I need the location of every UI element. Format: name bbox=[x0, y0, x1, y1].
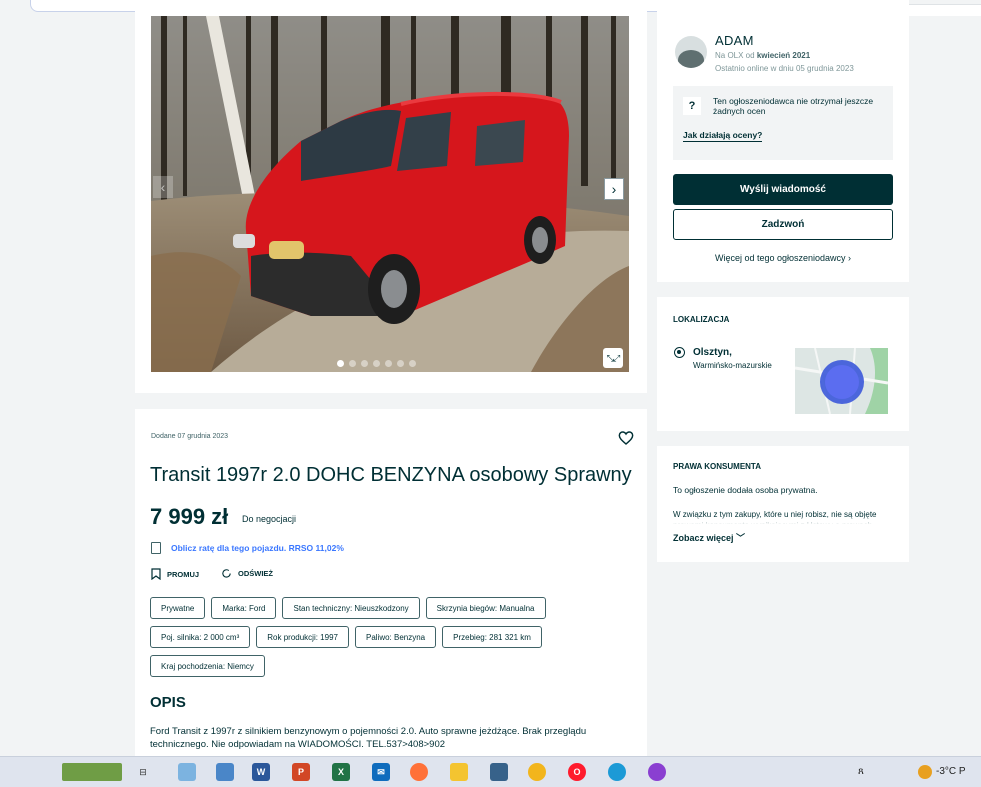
photo-dot[interactable] bbox=[409, 360, 416, 367]
chevron-right-icon: › bbox=[848, 253, 852, 263]
parameter-tag: Marka: Ford bbox=[211, 597, 277, 619]
description-heading: OPIS bbox=[150, 694, 186, 711]
weather-suffix: P bbox=[958, 766, 966, 777]
photo-dot[interactable] bbox=[349, 360, 356, 367]
seller-card: ADAM Na OLX od kwiecień 2021 Ostatnio on… bbox=[657, 0, 909, 282]
excel-icon[interactable]: X bbox=[332, 763, 350, 781]
previous-photo-button[interactable]: ‹ bbox=[153, 176, 173, 198]
avatar bbox=[675, 36, 707, 68]
ad-title: Transit 1997r 2.0 DOHC BENZYNA osobowy S… bbox=[150, 464, 632, 486]
photo-dot[interactable] bbox=[361, 360, 368, 367]
parameter-tags: Prywatne Marka: Ford Stan techniczny: Nieu… bbox=[150, 597, 630, 677]
installment-calculator-link[interactable]: Oblicz ratę dla tego pojazdu. RRSO 11,02… bbox=[171, 543, 344, 553]
parameter-tag: Prywatne bbox=[150, 597, 206, 619]
promote-label: PROMUJ bbox=[167, 569, 200, 579]
firefox-icon[interactable] bbox=[410, 763, 428, 781]
control-panel-icon[interactable] bbox=[216, 763, 234, 781]
solitaire-icon[interactable] bbox=[490, 763, 508, 781]
location-region: Warmińsko-mazurskie bbox=[693, 361, 772, 370]
file-explorer-icon[interactable] bbox=[450, 763, 468, 781]
parameter-tag: Kraj pochodzenia: Niemcy bbox=[150, 655, 265, 677]
member-since-prefix: Na OLX od bbox=[715, 51, 757, 60]
ad-price: 7 999 zł bbox=[150, 504, 229, 529]
bookmark-icon bbox=[151, 568, 161, 580]
powerpoint-icon[interactable]: P bbox=[292, 763, 310, 781]
parameter-tag: Poj. silnika: 2 000 cm³ bbox=[150, 626, 251, 648]
start-button[interactable] bbox=[62, 763, 122, 781]
temperature[interactable]: -3°C P bbox=[936, 766, 966, 777]
word-icon[interactable]: W bbox=[252, 763, 270, 781]
see-more-label: Zobacz więcej bbox=[673, 533, 734, 543]
location-card: LOKALIZACJA Olsztyn, Warmińsko-mazurskie bbox=[657, 297, 909, 431]
seller-last-online: Ostatnio online w dniu 05 grudnia 2023 bbox=[715, 64, 854, 73]
rating-text: Ten ogłoszeniodawca nie otrzymał jeszcze… bbox=[713, 96, 874, 116]
photo-dot[interactable] bbox=[385, 360, 392, 367]
parameter-tag: Paliwo: Benzyna bbox=[354, 626, 437, 648]
chrome-icon[interactable] bbox=[528, 763, 546, 781]
people-icon[interactable]: ጸ bbox=[858, 766, 864, 777]
opera-icon[interactable]: O bbox=[568, 763, 586, 781]
edge-icon[interactable] bbox=[608, 763, 626, 781]
app-icon[interactable] bbox=[648, 763, 666, 781]
location-heading: LOKALIZACJA bbox=[673, 315, 730, 324]
temperature-value: -3°C bbox=[936, 766, 957, 777]
negotiable-label: Do negocjacji bbox=[242, 514, 297, 524]
parameter-tag: Skrzynia biegów: Manualna bbox=[425, 597, 546, 619]
photo-indicator-dots bbox=[337, 360, 416, 367]
weather-icon[interactable] bbox=[918, 765, 932, 779]
refresh-button[interactable]: ODŚWIEŻ bbox=[221, 568, 273, 579]
seller-name: ADAM bbox=[715, 33, 754, 48]
call-button[interactable]: Zadzwoń bbox=[673, 209, 893, 240]
promote-button[interactable]: PROMUJ bbox=[151, 568, 199, 580]
heart-icon[interactable] bbox=[618, 430, 634, 446]
vehicle-photo[interactable]: ‹ › ⤡⤢ bbox=[151, 16, 629, 372]
ad-details-card: Dodane 07 grudnia 2023 Transit 1997r 2.0… bbox=[135, 409, 647, 765]
chevron-right-icon: › bbox=[611, 181, 617, 197]
more-from-seller-label: Więcej od tego ogłoszeniodawcy bbox=[714, 253, 846, 263]
member-since-date: kwiecień 2021 bbox=[756, 51, 811, 60]
location-pin-icon bbox=[674, 347, 685, 358]
expand-icon: ⤡⤢ bbox=[606, 352, 620, 363]
ratings-info-link[interactable]: Jak działają oceny? bbox=[683, 130, 763, 142]
calculator-icon bbox=[151, 542, 161, 554]
ad-date: Dodane 07 grudnia 2023 bbox=[151, 433, 229, 440]
consumer-rights-card: PRAWA KONSUMENTA To ogłoszenie dodała os… bbox=[657, 446, 909, 562]
photo-dot[interactable] bbox=[397, 360, 404, 367]
see-more-button[interactable]: Zobacz więcej ﹀ bbox=[673, 531, 745, 544]
description-text: Ford Transit z 1997r z silnikiem benzyno… bbox=[150, 726, 587, 750]
location-map[interactable] bbox=[795, 348, 888, 414]
consumer-rights-heading: PRAWA KONSUMENTA bbox=[673, 462, 761, 471]
fullscreen-button[interactable]: ⤡⤢ bbox=[603, 348, 623, 368]
more-from-seller-link[interactable]: Więcej od tego ogłoszeniodawcy › bbox=[657, 253, 909, 263]
paint-icon[interactable] bbox=[178, 763, 196, 781]
mail-icon[interactable]: ✉ bbox=[372, 763, 390, 781]
private-seller-notice: To ogłoszenie dodała osoba prywatna. bbox=[673, 485, 818, 495]
send-message-button[interactable]: Wyślij wiadomość bbox=[673, 174, 893, 205]
chevron-down-icon: ﹀ bbox=[736, 533, 746, 543]
text-fade bbox=[673, 517, 888, 525]
rating-box: ? Ten ogłoszeniodawca nie otrzymał jeszc… bbox=[673, 86, 893, 160]
parameter-tag: Rok produkcji: 1997 bbox=[256, 626, 349, 648]
windows-taskbar: ⊟ W P X ✉ O ጸ -3°C P bbox=[0, 756, 981, 787]
photo-gallery: ‹ › ⤡⤢ bbox=[135, 0, 647, 393]
chevron-left-icon: ‹ bbox=[160, 179, 166, 195]
question-icon: ? bbox=[683, 97, 701, 115]
location-city: Olsztyn, bbox=[693, 347, 732, 358]
parameter-tag: Stan techniczny: Nieuszkodzony bbox=[282, 597, 420, 619]
seller-member-since: Na OLX od kwiecień 2021 bbox=[715, 51, 810, 60]
photo-dot[interactable] bbox=[373, 360, 380, 367]
task-view-icon[interactable]: ⊟ bbox=[134, 763, 152, 781]
refresh-icon bbox=[222, 569, 231, 578]
parameter-tag: Przebieg: 281 321 km bbox=[442, 626, 542, 648]
refresh-label: ODŚWIEŻ bbox=[238, 569, 273, 578]
photo-dot[interactable] bbox=[337, 360, 344, 367]
next-photo-button[interactable]: › bbox=[604, 178, 624, 200]
